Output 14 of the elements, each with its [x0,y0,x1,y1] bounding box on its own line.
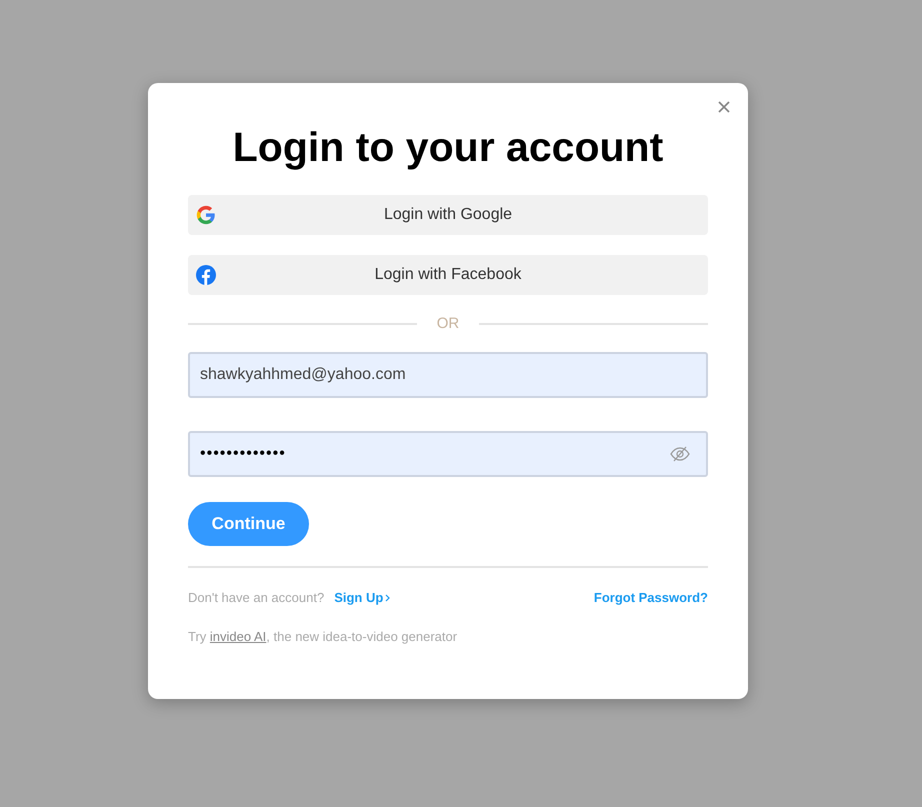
social-login-button[interactable]: Login with Facebook [188,255,708,295]
social-login-button[interactable]: Login with Google [188,195,708,235]
close-icon[interactable] [717,100,731,114]
eye-slash-icon[interactable] [670,446,690,462]
signup-prompt: Don't have an account? [188,590,324,605]
google-icon [196,205,216,225]
chevron-icon[interactable] [385,594,390,602]
promo-text: Try invideo AI, the new idea-to-video generator [188,629,458,644]
separator-label: OR [436,315,460,332]
dialog-title: Login to your account [232,123,664,171]
email-field[interactable]: shawkyahhmed@yahoo.com [188,352,708,398]
invideo-link[interactable]: invideo AI [210,629,266,644]
password-field[interactable]: ••••••••••••• [188,431,708,477]
facebook-icon [196,265,216,285]
